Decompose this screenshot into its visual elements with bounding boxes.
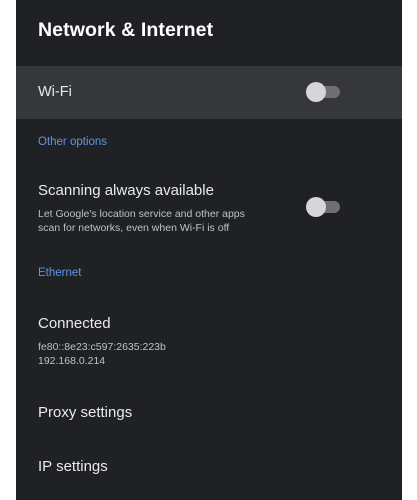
wifi-label: Wi-Fi <box>38 84 72 100</box>
scanning-description: Let Google's location service and other … <box>38 207 245 235</box>
settings-panel: Network & Internet Wi-Fi Other options S… <box>16 0 402 500</box>
connection-addresses: fe80::8e23:c597:2635:223b 192.168.0.214 <box>38 340 166 368</box>
page-title: Network & Internet <box>38 19 214 41</box>
section-header-ethernet: Ethernet <box>38 267 82 279</box>
toggle-thumb <box>306 82 326 102</box>
ipv6-address: fe80::8e23:c597:2635:223b <box>38 341 166 353</box>
connection-status: Connected <box>38 315 111 332</box>
ipv4-address: 192.168.0.214 <box>38 355 106 367</box>
scanning-description-line: Let Google's location service and other … <box>38 208 245 220</box>
toggle-thumb <box>306 197 326 217</box>
scanning-title: Scanning always available <box>38 182 214 199</box>
ip-settings-label: IP settings <box>38 458 108 475</box>
proxy-settings-label: Proxy settings <box>38 404 133 421</box>
scanning-description-line: scan for networks, even when Wi-Fi is of… <box>38 222 230 234</box>
header: Network & Internet <box>16 0 402 66</box>
section-header-other-options: Other options <box>38 136 108 148</box>
wifi-row[interactable]: Wi-Fi <box>16 66 402 119</box>
scanning-toggle[interactable] <box>306 197 342 217</box>
wifi-toggle[interactable] <box>306 82 342 102</box>
